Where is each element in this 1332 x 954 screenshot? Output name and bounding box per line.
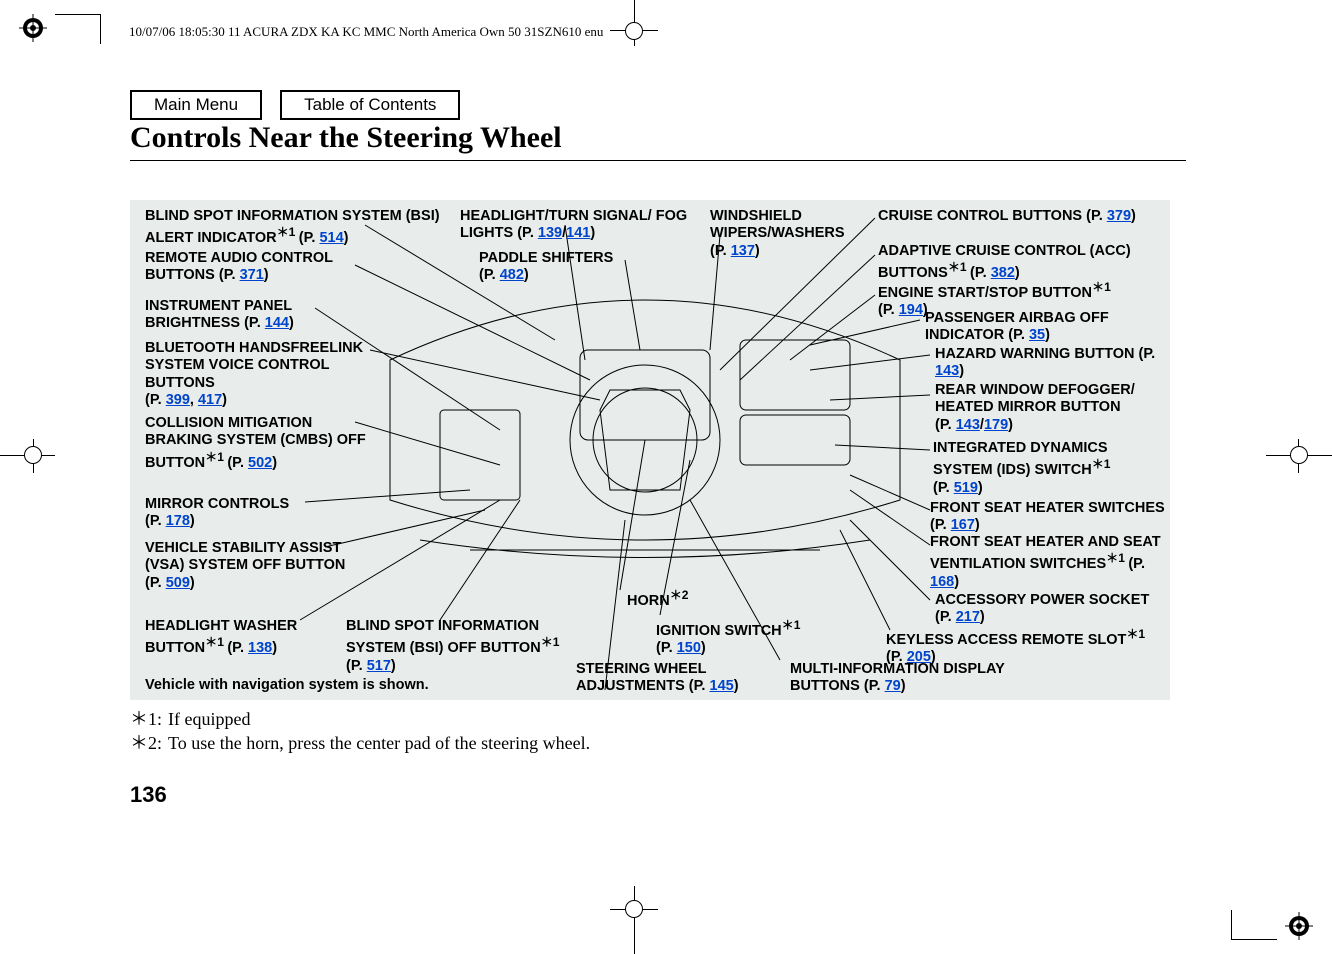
callout-headlight-washer: HEADLIGHT WASHER BUTTON＊1 (P. 138)	[145, 618, 345, 658]
callout-airbag: PASSENGER AIRBAG OFF INDICATOR (P. 35)	[925, 310, 1170, 345]
page-link[interactable]: 139	[538, 225, 562, 241]
page-title: Controls Near the Steering Wheel	[130, 121, 562, 155]
divider	[130, 160, 1186, 161]
page-link[interactable]: 379	[1107, 208, 1131, 224]
callout-headlight-turn: HEADLIGHT/TURN SIGNAL/ FOG LIGHTS (P. 13…	[460, 208, 700, 243]
callout-cmbs: COLLISION MITIGATION BRAKING SYSTEM (CMB…	[145, 415, 370, 472]
callout-bluetooth: BLUETOOTH HANDSFREELINK SYSTEM VOICE CON…	[145, 340, 375, 410]
page-link[interactable]: 137	[731, 243, 755, 259]
crop-mark	[625, 900, 643, 918]
callout-seat-heater: FRONT SEAT HEATER SWITCHES (P. 167)	[930, 500, 1165, 535]
crop-mark	[55, 14, 100, 15]
callout-ids: INTEGRATED DYNAMICS SYSTEM (IDS) SWITCH＊…	[933, 440, 1168, 497]
page-link[interactable]: 167	[951, 517, 975, 533]
page-link[interactable]: 399	[166, 392, 190, 408]
main-menu-button[interactable]: Main Menu	[130, 90, 262, 120]
crop-mark	[625, 22, 643, 40]
page-link[interactable]: 141	[566, 225, 590, 241]
callout-seat-vent: FRONT SEAT HEATER AND SEAT VENTILATION S…	[930, 534, 1165, 591]
crop-mark	[100, 14, 101, 44]
footnote-symbol: ＊1:	[130, 707, 168, 731]
page-link[interactable]: 143	[956, 417, 980, 433]
crop-mark	[1290, 446, 1308, 464]
footnote-symbol: ＊2:	[130, 731, 168, 755]
callout-steering-adjust: STEERING WHEEL ADJUSTMENTS (P. 145)	[576, 661, 796, 696]
crop-mark	[634, 886, 635, 954]
callout-bsi-off: BLIND SPOT INFORMATION SYSTEM (BSI) OFF …	[346, 618, 596, 675]
crop-mark	[24, 446, 42, 464]
page-link[interactable]: 168	[930, 574, 954, 590]
page-link[interactable]: 179	[984, 417, 1008, 433]
page-link[interactable]: 502	[248, 455, 272, 471]
page-link[interactable]: 371	[240, 267, 264, 283]
page-link[interactable]: 194	[899, 302, 923, 318]
dashboard-illustration-icon	[380, 240, 910, 580]
callout-hazard: HAZARD WARNING BUTTON (P. 143)	[935, 346, 1165, 381]
page-link[interactable]: 79	[885, 678, 901, 694]
callout-defogger: REAR WINDOW DEFOGGER/ HEATED MIRROR BUTT…	[935, 382, 1175, 434]
footnote-text: If equipped	[168, 707, 250, 731]
page-link[interactable]: 178	[166, 513, 190, 529]
page-number: 136	[130, 782, 167, 808]
page-link[interactable]: 217	[956, 609, 980, 625]
page-link[interactable]: 150	[677, 640, 701, 656]
page-link[interactable]: 509	[166, 575, 190, 591]
callout-bsi-alert: BLIND SPOT INFORMATION SYSTEM (BSI) ALER…	[145, 208, 455, 248]
page-link[interactable]: 382	[991, 265, 1015, 281]
page-link[interactable]: 144	[265, 315, 289, 331]
callout-instrument-brightness: INSTRUMENT PANEL BRIGHTNESS (P. 144)	[145, 298, 345, 333]
callout-paddle: PADDLE SHIFTERS(P. 482)	[479, 250, 649, 285]
diagram-figure: BLIND SPOT INFORMATION SYSTEM (BSI) ALER…	[130, 200, 1170, 700]
page-link[interactable]: 138	[248, 640, 272, 656]
callout-mid: MULTI-INFORMATION DISPLAY BUTTONS (P. 79…	[790, 661, 1050, 696]
page-link[interactable]: 417	[198, 392, 222, 408]
callout-ignition: IGNITION SWITCH＊1(P. 150)	[656, 618, 836, 658]
page-link[interactable]: 519	[954, 480, 978, 496]
callout-windshield: WINDSHIELD WIPERS/WASHERS(P. 137)	[710, 208, 870, 260]
figure-note: Vehicle with navigation system is shown.	[145, 677, 429, 693]
page-link[interactable]: 143	[935, 363, 959, 379]
crop-mark	[1232, 939, 1277, 940]
callout-accessory: ACCESSORY POWER SOCKET (P. 217)	[935, 592, 1165, 627]
callout-remote-audio: REMOTE AUDIO CONTROL BUTTONS (P. 371)	[145, 250, 365, 285]
registration-mark-icon	[19, 14, 47, 42]
registration-mark-icon	[1285, 912, 1313, 940]
crop-mark	[1231, 910, 1232, 940]
page-link[interactable]: 482	[500, 267, 524, 283]
callout-horn: HORN＊2	[627, 588, 747, 610]
callout-cruise: CRUISE CONTROL BUTTONS (P. 379)	[878, 208, 1158, 225]
callout-mirror: MIRROR CONTROLS(P. 178)	[145, 496, 345, 531]
callout-acc: ADAPTIVE CRUISE CONTROL (ACC) BUTTONS＊1 …	[878, 243, 1168, 283]
document-header: 10/07/06 18:05:30 11 ACURA ZDX KA KC MMC…	[129, 24, 603, 40]
page-link[interactable]: 517	[367, 658, 391, 674]
page-link[interactable]: 514	[319, 230, 343, 246]
table-of-contents-button[interactable]: Table of Contents	[280, 90, 460, 120]
callout-vsa: VEHICLE STABILITY ASSIST (VSA) SYSTEM OF…	[145, 540, 355, 592]
footnote-text: To use the horn, press the center pad of…	[168, 731, 590, 755]
page-link[interactable]: 145	[710, 678, 734, 694]
footnotes: ＊1:If equipped ＊2:To use the horn, press…	[130, 707, 590, 756]
page-link[interactable]: 35	[1029, 327, 1045, 343]
